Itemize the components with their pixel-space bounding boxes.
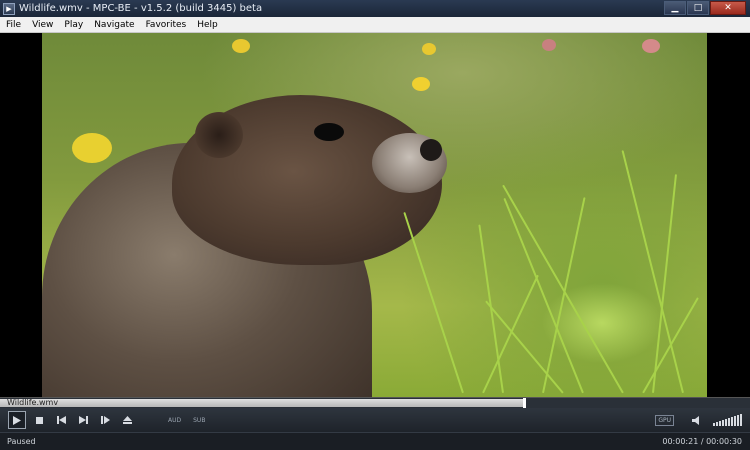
video-area[interactable] <box>0 33 750 397</box>
play-button[interactable] <box>8 411 26 429</box>
menu-file[interactable]: File <box>0 17 26 33</box>
eject-button[interactable] <box>118 411 136 429</box>
volume-bar <box>728 418 730 426</box>
yellow-flower <box>422 43 436 55</box>
volume-bar <box>731 417 733 426</box>
grass-blade <box>542 197 586 394</box>
marmot-eye <box>314 123 344 141</box>
control-bar: AUD SUB GPU <box>0 408 750 432</box>
grass-blade <box>503 197 584 394</box>
previous-button[interactable] <box>52 411 70 429</box>
next-button[interactable] <box>74 411 92 429</box>
volume-bar <box>737 415 739 426</box>
volume-bar <box>713 423 715 426</box>
close-button[interactable]: ✕ <box>710 1 746 15</box>
volume-bar <box>740 414 742 426</box>
next-icon <box>78 416 88 424</box>
seek-progress <box>0 399 525 407</box>
app-icon[interactable]: ▶ <box>3 2 15 15</box>
volume-bar <box>719 421 721 426</box>
time-display: 00:00:21 / 00:00:30 <box>662 437 742 446</box>
seek-bar[interactable]: Wildlife.wmv <box>0 397 750 408</box>
volume-bar <box>725 419 727 426</box>
marmot-nose <box>420 139 442 161</box>
maximize-button[interactable]: □ <box>687 1 709 15</box>
gpu-badge: GPU <box>655 414 674 426</box>
frame-step-button[interactable] <box>96 411 114 429</box>
stop-icon <box>35 416 43 424</box>
play-icon <box>13 415 21 425</box>
marmot-ear <box>195 112 243 158</box>
menu-play[interactable]: Play <box>58 17 88 33</box>
menu-help[interactable]: Help <box>191 17 223 33</box>
title-bar: ▶ Wildlife.wmv - MPC-BE - v1.5.2 (build … <box>0 0 750 17</box>
volume-bar <box>716 422 718 426</box>
frame-step-icon <box>100 416 110 424</box>
subtitle-track-button[interactable]: SUB <box>193 417 205 424</box>
volume-bar <box>734 416 736 426</box>
seek-thumb[interactable] <box>523 398 526 408</box>
menu-bar: File View Play Navigate Favorites Help <box>0 17 750 33</box>
playback-state: Paused <box>7 437 36 446</box>
grass-blade <box>482 274 539 394</box>
volume-bar <box>722 420 724 426</box>
grass-blade <box>502 184 624 394</box>
menu-navigate[interactable]: Navigate <box>88 17 139 33</box>
speaker-icon <box>692 415 699 425</box>
window-title: Wildlife.wmv - MPC-BE - v1.5.2 (build 34… <box>19 3 263 14</box>
prev-icon <box>56 416 66 424</box>
eject-icon <box>122 416 132 424</box>
window-controls: ▁ □ ✕ <box>663 1 746 16</box>
video-frame <box>42 33 707 397</box>
menu-view[interactable]: View <box>26 17 58 33</box>
menu-favorites[interactable]: Favorites <box>140 17 192 33</box>
pink-flower <box>542 39 556 51</box>
yellow-flower <box>72 133 112 163</box>
minimize-button[interactable]: ▁ <box>664 1 686 15</box>
status-bar: Paused 00:00:21 / 00:00:30 <box>0 432 750 450</box>
yellow-flower <box>412 77 430 91</box>
grass-blade <box>642 297 699 394</box>
stop-button[interactable] <box>30 411 48 429</box>
volume-slider[interactable] <box>712 414 742 426</box>
mute-button[interactable] <box>688 411 706 429</box>
pink-flower <box>642 39 660 53</box>
yellow-flower <box>232 39 250 53</box>
audio-track-button[interactable]: AUD <box>168 417 181 424</box>
grass-blade <box>403 211 464 394</box>
seek-filename: Wildlife.wmv <box>7 398 59 407</box>
